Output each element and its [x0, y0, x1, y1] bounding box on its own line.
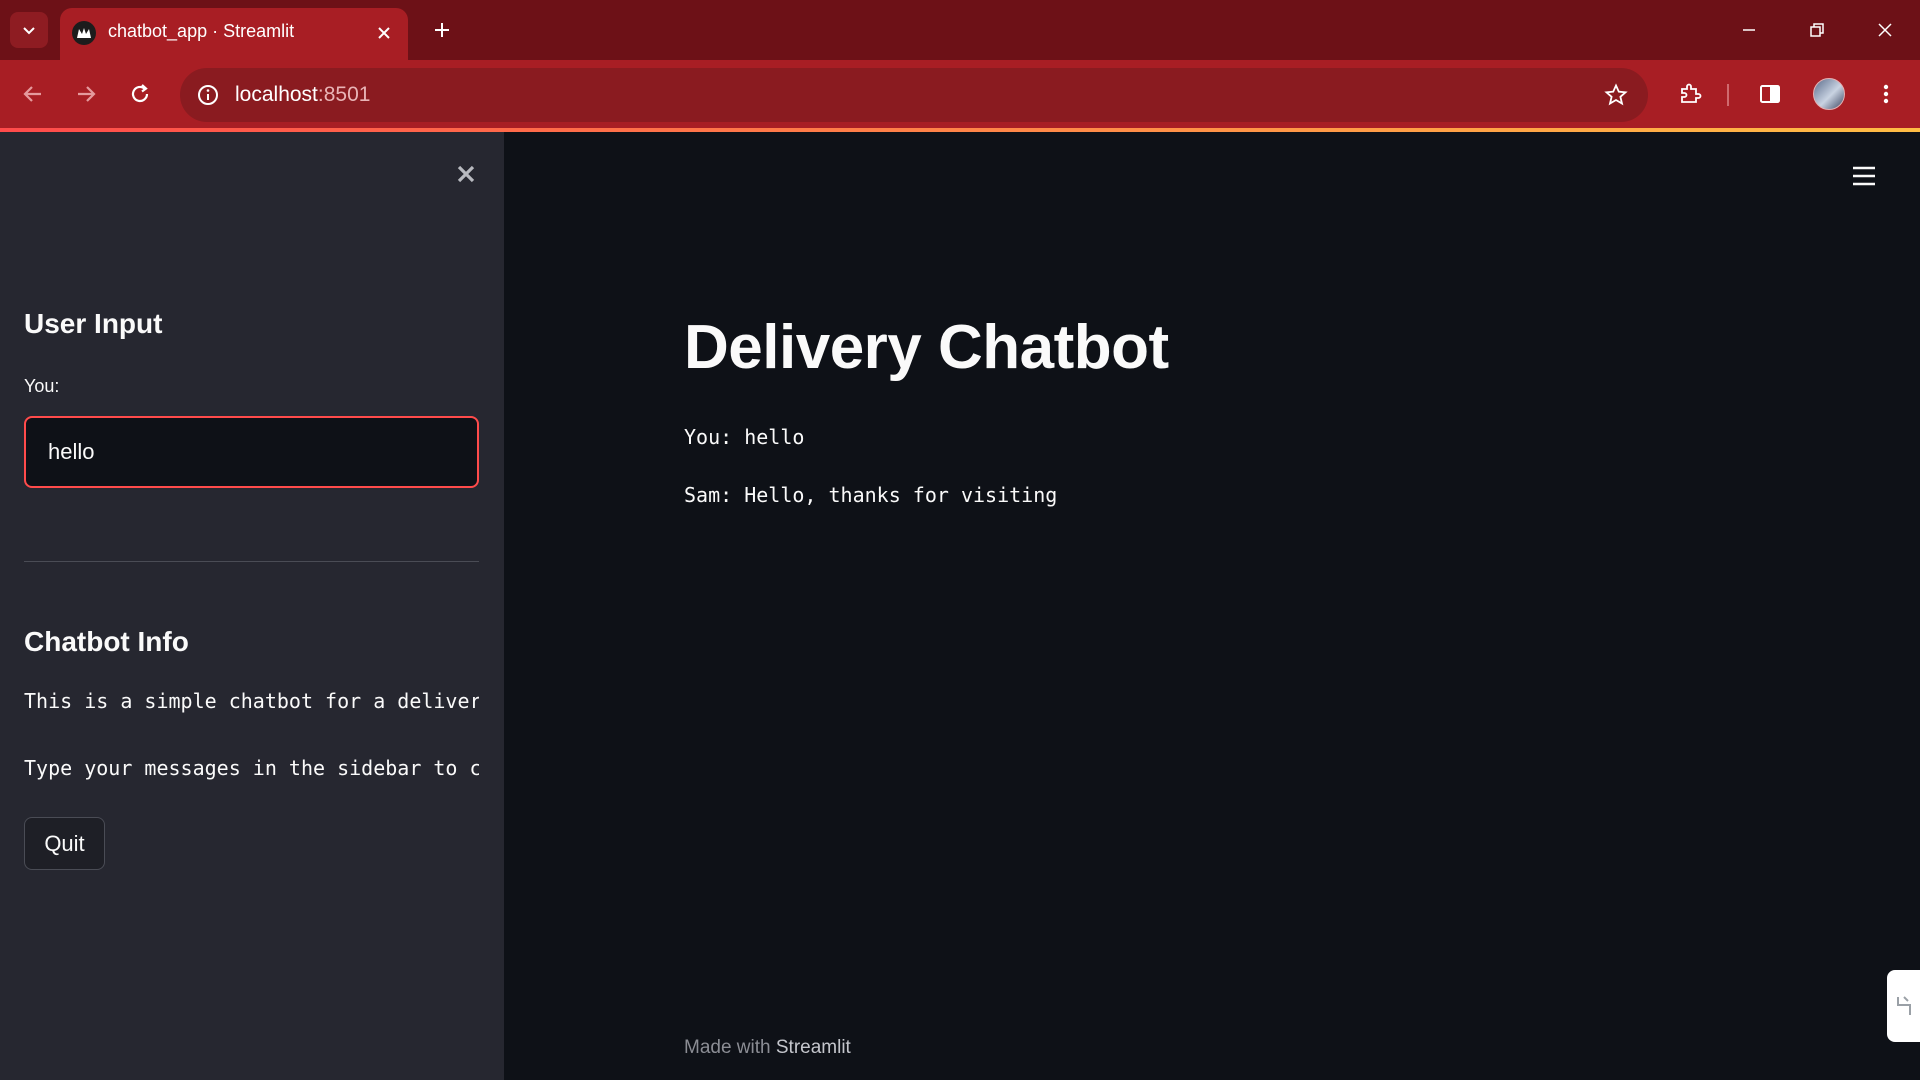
footer: Made with Streamlit [684, 1037, 851, 1059]
message-input[interactable] [24, 416, 479, 488]
profile-avatar[interactable] [1813, 78, 1845, 110]
site-info-icon[interactable] [192, 79, 224, 111]
restore-icon[interactable] [1794, 8, 1840, 52]
page-title: Delivery Chatbot [684, 313, 1169, 382]
chatbot-info-heading: Chatbot Info [24, 626, 189, 657]
sidebar-divider [24, 561, 479, 562]
forward-arrow-icon[interactable] [66, 74, 106, 114]
tab-search-button[interactable] [10, 12, 48, 48]
chat-message-user: You: hello [684, 425, 805, 449]
address-url: localhost:8501 [235, 83, 370, 107]
minimize-icon[interactable] [1726, 8, 1772, 52]
bookmark-star-icon[interactable] [1600, 79, 1632, 111]
footer-streamlit-link[interactable]: Streamlit [776, 1037, 851, 1058]
footer-prefix: Made with [684, 1037, 776, 1058]
active-browser-tab[interactable]: chatbot_app · Streamlit [60, 8, 408, 60]
hamburger-menu-icon[interactable] [1844, 156, 1884, 196]
url-port: :8501 [317, 83, 371, 106]
streamlit-favicon-icon [72, 21, 96, 45]
back-arrow-icon[interactable] [13, 74, 53, 114]
sidebar-close-icon[interactable] [446, 154, 486, 194]
side-panel-tab[interactable] [1887, 970, 1920, 1042]
tab-close-icon[interactable] [372, 21, 396, 45]
squiggle-icon [1896, 996, 1911, 1015]
chat-message-bot: Sam: Hello, thanks for visiting [684, 483, 1058, 507]
tab-title: chatbot_app · Streamlit [108, 21, 295, 41]
sidebar: User Input You: Chatbot Info This is a s… [0, 132, 504, 1080]
chatbot-info-text-1: This is a simple chatbot for a delivery [24, 689, 479, 713]
browser-tab-strip: chatbot_app · Streamlit [0, 0, 1920, 60]
address-bar[interactable]: localhost:8501 [180, 68, 1648, 122]
extensions-puzzle-icon[interactable] [1670, 74, 1710, 114]
quit-button[interactable]: Quit [24, 817, 105, 870]
url-host: localhost [235, 83, 318, 106]
main-content: Delivery Chatbot You: hello Sam: Hello, … [504, 132, 1920, 1080]
chevron-down-icon [23, 27, 35, 35]
reload-icon[interactable] [120, 74, 160, 114]
chatbot-info-text-2: Type your messages in the sidebar to cha… [24, 756, 479, 780]
window-close-icon[interactable] [1862, 8, 1908, 52]
more-vertical-icon[interactable] [1866, 74, 1906, 114]
new-tab-plus-icon[interactable] [424, 12, 460, 48]
side-panel-icon[interactable] [1750, 74, 1790, 114]
toolbar-divider [1727, 84, 1729, 106]
user-input-heading: User Input [24, 308, 163, 339]
you-input-label: You: [24, 376, 60, 396]
browser-toolbar: localhost:8501 [0, 60, 1920, 130]
